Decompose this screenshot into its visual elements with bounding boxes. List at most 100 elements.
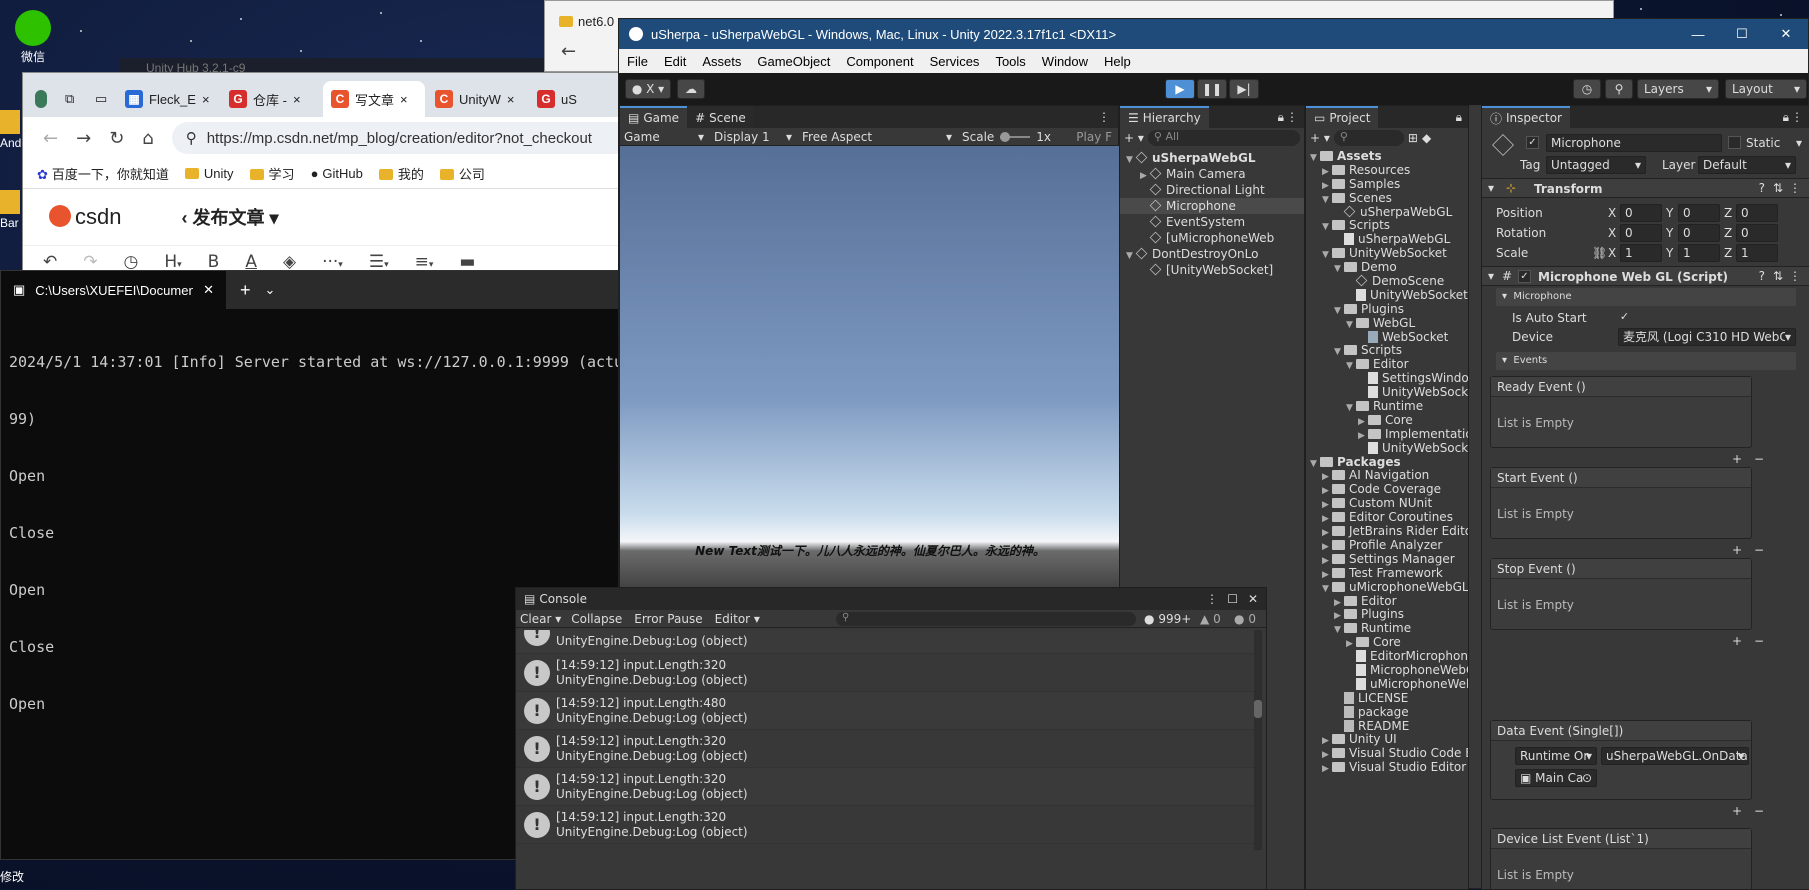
error-pause-toggle[interactable]: Error Pause <box>628 612 708 626</box>
heading-icon[interactable]: H▾ <box>164 252 181 272</box>
chevron-down-icon[interactable]: ⌄ <box>265 282 276 298</box>
hierarchy-row[interactable]: ▶ Main Camera <box>1120 166 1304 182</box>
lock-icon[interactable]: 🔒︎ <box>1456 110 1462 125</box>
component-header[interactable]: ▾ # ✓ Microphone Web GL (Script) ? ⇅ ⋮ <box>1482 266 1809 286</box>
more-options-icon[interactable]: ⋮ <box>1206 592 1218 606</box>
tab-game[interactable]: ▤ Game <box>620 106 688 128</box>
bookmark-github[interactable]: ● GitHub <box>311 166 363 181</box>
history-icon[interactable]: ◷ <box>124 252 139 272</box>
scale-slider[interactable] <box>1000 131 1031 142</box>
console-log-row[interactable]: ! [14:59:12] input.Length:320 UnityEngine.… <box>516 654 1256 692</box>
project-row[interactable]: ▼ UnityWebSocket <box>1306 246 1468 261</box>
more-options-icon[interactable]: ⋮ <box>1789 181 1801 195</box>
rotation-x-input[interactable]: 0 <box>1620 224 1662 242</box>
close-icon[interactable]: × <box>293 92 301 107</box>
hierarchy-row[interactable]: [uMicrophoneWeb <box>1120 230 1304 246</box>
close-icon[interactable]: ✕ <box>1764 26 1808 42</box>
events-section-header[interactable]: ▾ Events <box>1496 352 1796 370</box>
hr-icon[interactable]: ▬ <box>459 252 475 272</box>
undo-icon[interactable]: ↶ <box>43 252 57 272</box>
close-icon[interactable]: × <box>202 92 210 107</box>
filter-icon[interactable]: ⊞ <box>1408 131 1418 145</box>
project-row[interactable]: ▼ Scenes <box>1306 191 1468 206</box>
rotation-y-input[interactable]: 0 <box>1678 224 1720 242</box>
position-y-input[interactable]: 0 <box>1678 204 1720 222</box>
tab-hierarchy[interactable]: ☰ Hierarchy <box>1120 106 1209 128</box>
object-name-input[interactable]: Microphone <box>1546 134 1722 152</box>
project-row[interactable]: EditorMicrophone <box>1306 649 1468 664</box>
project-row[interactable]: ▼ Demo <box>1306 260 1468 275</box>
more-options-icon[interactable]: ⋮ <box>1098 110 1110 124</box>
site-info-icon[interactable]: ⚲ <box>186 129 197 147</box>
preset-icon[interactable]: ⇅ <box>1773 181 1783 195</box>
console-log-row[interactable]: ! [14:59:12] input.Length:320 UnityEngine.… <box>516 730 1256 768</box>
layout-dropdown[interactable]: Layout ▾ <box>1725 79 1807 99</box>
project-row[interactable]: ▶ Visual Studio Editor <box>1306 760 1468 775</box>
project-row[interactable]: ▼ Runtime <box>1306 399 1468 414</box>
remove-event-icon[interactable]: − <box>1754 543 1764 557</box>
play-button[interactable]: ▶ <box>1165 79 1195 99</box>
error-count-toggle[interactable]: ● 0 <box>1234 612 1256 626</box>
hierarchy-row[interactable]: Microphone <box>1120 198 1304 214</box>
page-heading[interactable]: ‹ 发布文章 ▾ <box>181 204 278 230</box>
project-row[interactable]: ▼ Assets <box>1306 149 1468 164</box>
project-row[interactable]: ▼ Scripts <box>1306 219 1468 233</box>
minimize-icon[interactable]: — <box>1676 27 1720 42</box>
bold-icon[interactable]: B <box>208 252 220 272</box>
project-row[interactable]: ▶ Core <box>1306 413 1468 428</box>
browser-tab[interactable]: GuS <box>529 81 589 117</box>
project-tree[interactable]: ▼ Assets ▶ Resources ▶ Samples ▼ Scenes uSherpaW… <box>1306 148 1468 775</box>
hierarchy-row[interactable]: ▼ DontDestroyOnLo <box>1120 246 1304 262</box>
project-row[interactable]: package <box>1306 705 1468 720</box>
project-row[interactable]: ▼ uMicrophoneWebGL <box>1306 580 1468 595</box>
menu-services[interactable]: Services <box>922 54 988 69</box>
project-row[interactable]: ▶ Editor <box>1306 594 1468 609</box>
project-row[interactable]: ▶ JetBrains Rider Editor <box>1306 524 1468 539</box>
project-row[interactable]: ▼ WebGL <box>1306 316 1468 331</box>
runtime-mode-dropdown[interactable]: Runtime Or ▾ <box>1515 747 1597 765</box>
tab-inspector[interactable]: ⓘ Inspector <box>1482 106 1570 128</box>
project-row[interactable]: ▶ Settings Manager <box>1306 552 1468 567</box>
terminal-tab[interactable]: ▣ C:\Users\XUEFEI\Documents\ ✕ <box>1 271 226 309</box>
maximize-icon[interactable]: ☐ <box>1720 26 1764 42</box>
project-row[interactable]: ▼ Editor <box>1306 357 1468 372</box>
console-log-row[interactable]: ! [14:59:12] input.Length:320 UnityEngine.… <box>516 806 1256 844</box>
add-event-icon[interactable]: + <box>1732 634 1742 648</box>
bookmark-unity[interactable]: Unity <box>184 166 234 181</box>
bookmark-company[interactable]: 公司 <box>439 164 485 183</box>
more-options-icon[interactable]: ⋮ <box>1791 110 1803 124</box>
hierarchy-row[interactable]: ▼ uSherpaWebGL <box>1120 150 1304 166</box>
project-row[interactable]: ▼ Scripts <box>1306 344 1468 358</box>
bookmark-mine[interactable]: 我的 <box>378 164 424 183</box>
position-z-input[interactable]: 0 <box>1736 204 1778 222</box>
close-icon[interactable]: ✕ <box>1248 592 1258 606</box>
pause-button[interactable]: ❚❚ <box>1197 79 1227 99</box>
log-count-toggle[interactable]: ● 999+ <box>1144 612 1191 626</box>
forward-arrow-icon[interactable]: → <box>76 128 91 149</box>
reload-icon[interactable]: ↻ <box>109 128 124 149</box>
console-log-row[interactable]: ! [14:59:12] input.Length:480 UnityEngine.… <box>516 692 1256 730</box>
menu-component[interactable]: Component <box>838 54 921 69</box>
maximize-icon[interactable]: ☐ <box>1227 592 1238 606</box>
csdn-logo[interactable]: csdn <box>49 204 121 230</box>
project-row[interactable]: ▶ Profile Analyzer <box>1306 538 1468 553</box>
console-scrollbar[interactable] <box>1254 630 1262 850</box>
constrain-proportions-icon[interactable]: ⛓ <box>1592 246 1607 260</box>
add-icon[interactable]: + ▾ <box>1310 131 1330 145</box>
more-options-icon[interactable]: ⋮ <box>1789 269 1801 283</box>
console-log-row[interactable]: ! [14:59:12] input.Length:320 UnityEngine.… <box>516 768 1256 806</box>
clear-dropdown[interactable]: Clear ▾ <box>516 612 565 626</box>
desktop-icon-wechat[interactable]: 微信 <box>8 10 58 65</box>
new-tab-icon[interactable]: + <box>240 280 251 301</box>
hierarchy-row[interactable]: [UnityWebSocket] <box>1120 262 1304 278</box>
tab-project[interactable]: ▭ Project <box>1306 106 1379 128</box>
step-button[interactable]: ▶| <box>1229 79 1259 99</box>
project-row[interactable]: ▶ Samples <box>1306 177 1468 192</box>
remove-event-icon[interactable]: − <box>1754 804 1764 818</box>
console-log-list[interactable]: ! UnityEngine.Debug:Log (object)! [14:59:1… <box>516 630 1256 850</box>
scale-y-input[interactable]: 1 <box>1678 244 1720 262</box>
lock-icon[interactable]: 🔒︎ <box>1278 110 1284 125</box>
desktop-icon-and[interactable]: And <box>0 110 24 150</box>
remove-event-icon[interactable]: − <box>1754 452 1764 466</box>
help-icon[interactable]: ? <box>1759 269 1765 283</box>
